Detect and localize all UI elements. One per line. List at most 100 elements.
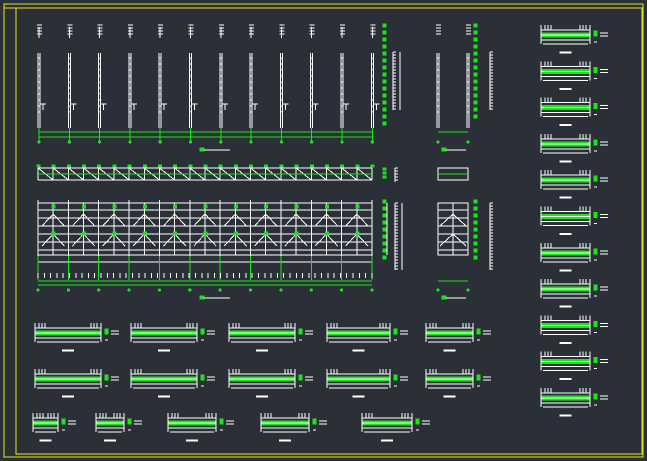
section-tag xyxy=(593,393,598,400)
truss-node xyxy=(264,204,269,209)
green-marker xyxy=(382,23,387,28)
section-tag xyxy=(61,418,66,425)
section-tag xyxy=(593,357,598,364)
chord-node xyxy=(51,164,56,168)
truss-node xyxy=(233,204,238,209)
section-tag xyxy=(127,418,132,425)
grid-axis-dot xyxy=(248,288,253,292)
grid-axis-dot xyxy=(66,288,70,292)
section-tag xyxy=(219,418,224,425)
truss-node xyxy=(112,231,117,236)
marker-column xyxy=(382,23,387,126)
section-tag xyxy=(415,418,420,425)
green-marker xyxy=(382,100,387,105)
chord-node xyxy=(173,164,178,168)
truss-node xyxy=(173,231,178,236)
section-tag xyxy=(104,328,109,335)
section-tag xyxy=(104,374,109,381)
section-tag xyxy=(393,328,398,335)
green-marker xyxy=(382,30,387,35)
section-tag xyxy=(476,374,481,381)
green-marker xyxy=(473,234,478,239)
section-tag xyxy=(593,212,598,218)
green-marker xyxy=(382,72,387,77)
green-marker xyxy=(473,213,478,218)
truss-node xyxy=(142,204,147,209)
green-marker xyxy=(382,107,387,112)
chord-node xyxy=(66,164,71,168)
grid-axis-dot xyxy=(36,288,40,292)
green-marker xyxy=(382,199,387,204)
chord-node xyxy=(370,164,375,168)
grid-axis-dot xyxy=(309,288,313,292)
drawing-title-tag xyxy=(441,147,447,152)
green-marker xyxy=(473,30,478,35)
truss-node xyxy=(82,231,87,236)
grid-axis-dot xyxy=(97,288,101,292)
truss-node xyxy=(51,231,56,236)
green-marker xyxy=(382,86,387,91)
green-marker xyxy=(473,114,478,119)
green-marker xyxy=(382,241,387,246)
truss-node xyxy=(233,231,238,236)
chord-node xyxy=(309,164,314,168)
green-marker xyxy=(382,58,387,63)
grid-axis-dot xyxy=(466,140,470,144)
grid-axis-dot xyxy=(218,288,222,292)
grid-axis-dot xyxy=(157,288,162,292)
section-tag xyxy=(593,248,598,255)
green-marker xyxy=(382,220,387,225)
chord-node xyxy=(157,164,162,168)
green-marker xyxy=(473,51,478,56)
green-marker xyxy=(473,100,478,105)
chord-node xyxy=(36,164,41,168)
section-tag xyxy=(298,328,303,335)
green-marker xyxy=(473,255,478,260)
truss-node xyxy=(294,231,299,236)
green-marker xyxy=(473,23,478,28)
green-marker xyxy=(382,234,387,239)
chord-node xyxy=(97,164,102,168)
section-tag xyxy=(200,328,205,335)
section-tag xyxy=(312,418,317,425)
section-tag xyxy=(593,139,598,146)
green-marker xyxy=(382,93,387,98)
green-marker xyxy=(473,65,478,70)
section-tag xyxy=(593,103,598,110)
section-tag xyxy=(593,320,598,327)
chord-node xyxy=(218,164,223,168)
chord-node xyxy=(233,164,238,168)
green-marker xyxy=(473,227,478,232)
green-marker xyxy=(382,114,387,119)
drawing-title-tag xyxy=(441,295,447,300)
drawing-title-tag xyxy=(199,147,205,152)
green-marker xyxy=(473,93,478,98)
grid-axis-dot xyxy=(127,288,131,292)
chord-node xyxy=(142,164,147,168)
green-marker xyxy=(382,79,387,84)
green-marker xyxy=(382,37,387,42)
chord-node xyxy=(324,164,329,168)
section-tag xyxy=(476,328,481,335)
chord-node xyxy=(355,164,360,168)
cad-drawing-canvas[interactable] xyxy=(0,0,647,461)
section-tag xyxy=(200,374,205,381)
grid-axis-dot xyxy=(340,288,344,292)
chord-node xyxy=(264,164,269,168)
chord-node xyxy=(112,164,117,168)
green-marker xyxy=(382,206,387,211)
grid-axis-dot xyxy=(436,288,440,292)
chord-node xyxy=(82,164,87,168)
green-marker xyxy=(473,107,478,112)
green-marker xyxy=(473,44,478,49)
green-marker xyxy=(382,255,387,260)
chord-node xyxy=(279,164,284,168)
truss-node xyxy=(203,204,208,209)
chord-node xyxy=(249,164,254,168)
truss-node xyxy=(112,204,117,209)
green-marker xyxy=(382,121,387,126)
truss-node xyxy=(173,204,178,209)
section-tag xyxy=(593,284,598,291)
section-tag xyxy=(593,66,598,73)
chord-node xyxy=(203,164,208,168)
